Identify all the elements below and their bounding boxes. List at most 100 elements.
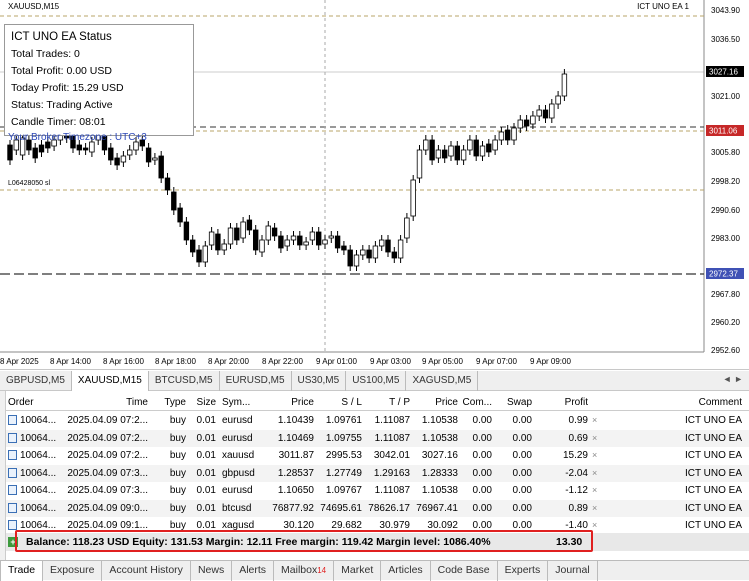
tab-journal[interactable]: Journal	[548, 561, 598, 581]
bull-candle	[511, 127, 517, 141]
cell-symbol: eurusd	[222, 432, 253, 444]
bull-candle	[467, 139, 473, 151]
symbol-tab[interactable]: XAGUSD,M5	[406, 371, 479, 391]
close-position-icon[interactable]: ×	[592, 412, 604, 429]
bear-candle	[385, 239, 391, 253]
column-header-symbol[interactable]: Sym...	[222, 394, 264, 411]
column-header-commission[interactable]: Com...	[462, 394, 492, 411]
tab-scroll-arrows[interactable]: ◄ ►	[723, 374, 743, 384]
bear-candle	[215, 233, 221, 251]
cell-profit: -2.04	[565, 467, 588, 479]
cell-type: buy	[169, 415, 186, 426]
price-axis-tick: 2990.60	[711, 206, 740, 215]
bull-candle	[530, 115, 536, 125]
chart-symbol-title: XAUUSD,M15	[8, 2, 60, 11]
column-header-time[interactable]: Time	[64, 394, 148, 411]
symbol-tab[interactable]: GBPUSD,M5	[0, 371, 72, 391]
column-header-swap[interactable]: Swap	[496, 394, 532, 411]
table-row[interactable]: 10064... 2025.04.09 07:3... buy 0.01 eurusd 1…	[6, 482, 749, 499]
cell-type: buy	[169, 485, 186, 496]
close-position-icon[interactable]: ×	[592, 517, 604, 534]
terminal-tabs: Trade Exposure Account History News Alerts Ma…	[0, 560, 749, 581]
cell-swap: 0.00	[512, 415, 532, 426]
column-header-comment[interactable]: Comment	[626, 394, 742, 411]
balance-highlight-box	[15, 530, 593, 552]
close-position-icon[interactable]: ×	[592, 500, 604, 517]
trading-status: Status: Trading Active	[11, 99, 113, 111]
symbol-tab[interactable]: EURUSD,M5	[220, 371, 292, 391]
price-axis-tick: 2960.20	[711, 318, 740, 327]
close-position-icon[interactable]: ×	[592, 447, 604, 464]
cell-swap: 0.00	[512, 432, 532, 444]
symbol-tab[interactable]: BTCUSD,M5	[149, 371, 220, 391]
column-header-profit[interactable]: Profit	[536, 394, 588, 411]
bull-candle	[133, 141, 139, 151]
cell-sl: 2995.53	[325, 450, 362, 461]
order-document-icon	[8, 485, 17, 496]
tab-code-base[interactable]: Code Base	[431, 561, 498, 581]
tab-alerts[interactable]: Alerts	[232, 561, 275, 581]
cell-order: 10064...	[8, 430, 60, 447]
tab-trade[interactable]: Trade	[0, 561, 44, 581]
cell-order: 10064...	[8, 412, 60, 429]
bear-candle	[145, 147, 152, 163]
tab-mailbox[interactable]: Mailbox14	[274, 561, 335, 581]
bear-candle	[252, 229, 259, 251]
column-header-order[interactable]: Order	[8, 394, 60, 411]
close-position-icon[interactable]: ×	[592, 430, 604, 447]
column-header-type[interactable]: Type	[152, 394, 186, 411]
cell-tp: 1.11087	[374, 485, 410, 496]
cell-profit: 15.29	[562, 450, 588, 461]
tab-articles[interactable]: Articles	[381, 561, 431, 581]
table-header-row: Order Time Type Size Sym... Price S / LT / P Pr…	[6, 394, 749, 411]
price-axis-tick: 2998.20	[711, 177, 740, 186]
close-position-icon[interactable]: ×	[592, 465, 604, 482]
bull-candle	[448, 145, 454, 157]
bull-candle	[89, 141, 95, 153]
cell-tp: 1.29163	[373, 467, 410, 479]
bear-candle	[82, 147, 89, 151]
cell-sl: 1.09767	[325, 485, 362, 496]
price-chart[interactable]: 3043.90 3036.50 3027.16 3021.00 3011.06 3005.…	[0, 0, 749, 370]
cell-time: 2025.04.09 07:2...	[67, 450, 148, 461]
symbol-tab[interactable]: US30,M5	[292, 371, 347, 391]
cell-sl: 74695.61	[320, 502, 362, 514]
cell-profit: 0.69	[568, 432, 588, 444]
tab-exposure[interactable]: Exposure	[43, 561, 103, 581]
column-header-tp[interactable]: T / P	[366, 394, 410, 411]
bear-candle	[334, 235, 341, 249]
tab-news[interactable]: News	[191, 561, 233, 581]
tab-experts[interactable]: Experts	[498, 561, 549, 581]
bear-candle	[196, 249, 202, 263]
cell-order: 10064...	[8, 465, 60, 482]
bull-candle	[378, 239, 385, 247]
cell-swap: 0.00	[512, 450, 532, 461]
column-header-cur_price[interactable]: Price	[414, 394, 458, 411]
column-header-sl[interactable]: S / L	[318, 394, 362, 411]
bull-candle	[127, 149, 133, 156]
symbol-tab[interactable]: XAUUSD,M15	[71, 371, 149, 391]
table-row[interactable]: 10064... 2025.04.09 07:2... buy 0.01 xauusd 3…	[6, 447, 749, 464]
bear-candle	[177, 207, 183, 223]
column-header-price[interactable]: Price	[268, 394, 314, 411]
table-row[interactable]: 10064... 2025.04.09 07:3... buy 0.01 gbpusd 1…	[6, 464, 749, 482]
bull-candle	[259, 239, 265, 253]
chart-symbol-tabs: GBPUSD,M5 XAUUSD,M15 BTCUSD,M5 EURUSD,M5 US3…	[0, 371, 749, 391]
bull-candle	[353, 254, 360, 267]
tab-market[interactable]: Market	[334, 561, 382, 581]
symbol-tab[interactable]: US100,M5	[346, 371, 407, 391]
cell-type: buy	[169, 450, 186, 461]
column-header-size[interactable]: Size	[190, 394, 216, 411]
close-position-icon[interactable]: ×	[592, 482, 604, 499]
table-row[interactable]: 10064... 2025.04.09 07:2... buy 0.01 eurusd 1…	[6, 412, 749, 429]
table-row[interactable]: 10064... 2025.04.09 07:2... buy 0.01 eurusd 1…	[6, 429, 749, 447]
cell-price: 1.10439	[277, 415, 314, 426]
cell-commission: 0.00	[472, 450, 492, 461]
cell-tp: 1.11087	[374, 415, 410, 426]
time-axis-tick: 9 Apr 03:00	[370, 357, 411, 366]
time-axis-tick: 8 Apr 18:00	[155, 357, 196, 366]
table-row[interactable]: 10064... 2025.04.09 09:0... buy 0.01 btcusd 7…	[6, 499, 749, 517]
bear-candle	[429, 139, 435, 161]
expert-advisor-name: ICT UNO EA 1	[637, 2, 689, 11]
tab-account-history[interactable]: Account History	[102, 561, 191, 581]
